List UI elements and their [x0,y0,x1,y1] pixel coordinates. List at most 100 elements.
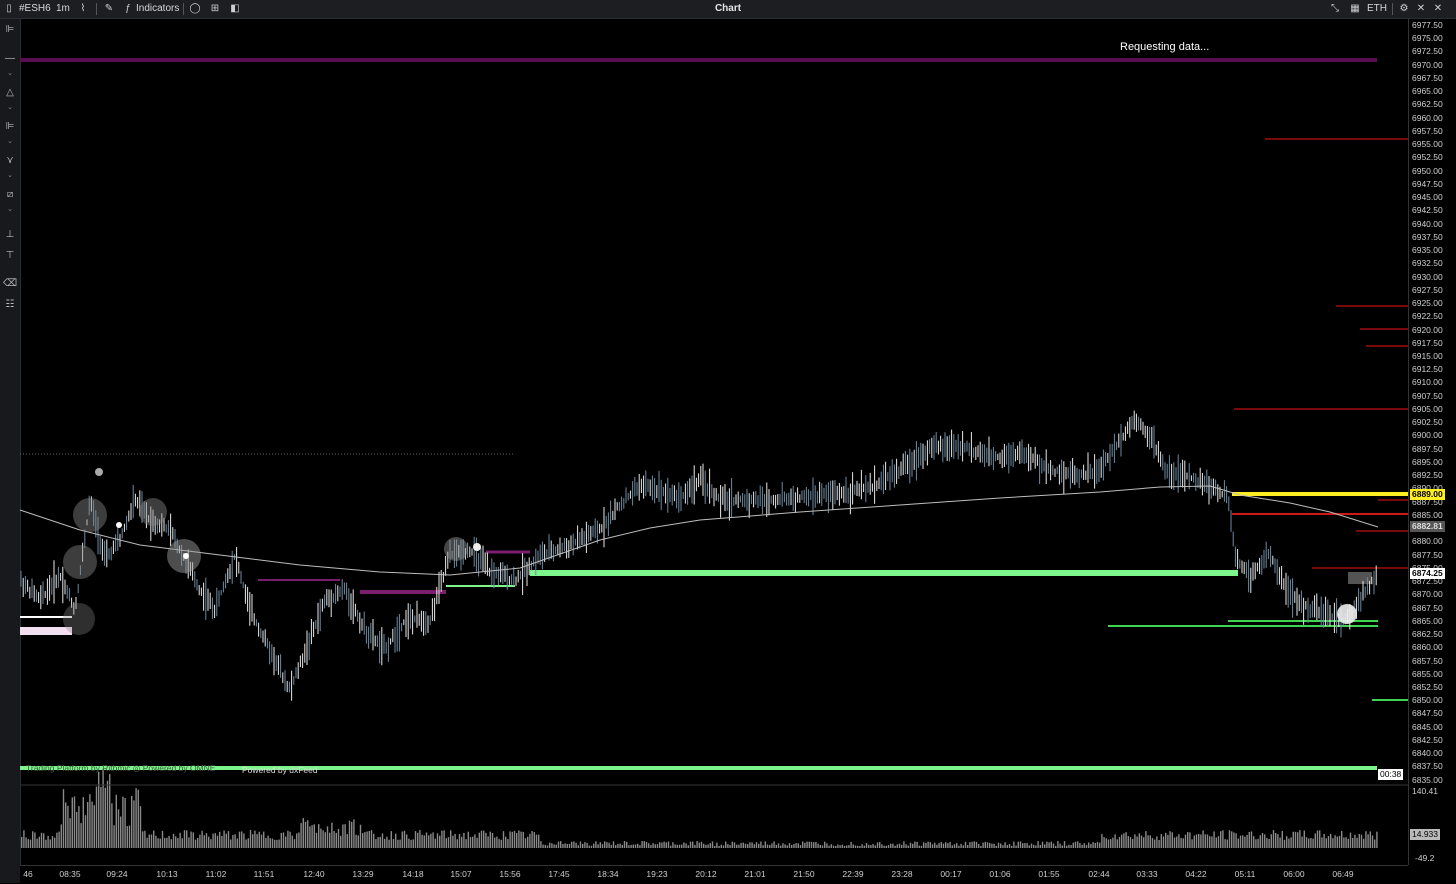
volume-bar [1125,832,1127,848]
volume-bar [1090,843,1092,848]
volume-bar [326,826,329,848]
volume-bar [254,830,256,848]
volume-bar [764,841,766,848]
pin-icon[interactable]: ✕ [1414,2,1428,16]
volume-bar [210,839,212,848]
volume-bar [392,838,395,848]
price-tick: 6972.50 [1412,46,1443,57]
time-axis[interactable]: 46 08:35 09:24 10:13 11:02 11:51 12:40 13:29 14:… [20,865,1408,884]
volume-bar [1332,838,1334,848]
volume-bar [1145,831,1147,848]
volume-bar [1193,835,1195,848]
volume-bar [1184,834,1187,848]
volume-bar [533,832,535,848]
volume-bar [890,843,892,848]
volume-bar [496,836,498,848]
volume-bar [696,841,698,848]
volume-bar [1116,839,1118,848]
volume-bar [802,841,804,848]
volume-bar [995,845,997,848]
volume-bar [177,838,179,848]
volume-bar [313,824,315,848]
volume-bar [397,839,399,848]
time-label: 10:13 [156,869,178,879]
volume-bar [621,844,623,848]
volume-bar [1006,845,1008,848]
price-tick: 6842.50 [1412,734,1443,745]
volume-bar [705,844,707,848]
volume-bar [406,834,408,848]
volume-bar [850,841,852,848]
time-label: 06:00 [1283,869,1305,879]
volume-bar [872,843,874,848]
volume-bar [1338,835,1341,848]
volume-bar [450,830,452,848]
volume-bar [989,842,991,848]
volume-bar [542,844,544,848]
volume-bar [454,833,456,848]
volume-bar [846,845,848,848]
volume-bar [390,831,392,848]
volume-bar [1052,843,1055,848]
volume-bar [868,844,870,848]
volume-bar [830,844,832,848]
volume-bar [1231,831,1233,848]
chart-canvas[interactable] [0,0,1408,865]
volume-bar [1081,844,1083,848]
volume-bar [203,835,205,848]
volume-bar [318,824,320,848]
volume-bar [896,844,898,848]
volume-bar [304,821,307,848]
volume-bar [445,838,447,848]
time-label: 11:51 [253,869,275,879]
volume-bar [1061,845,1063,848]
left-level-band [20,627,72,635]
volume-bar [1011,845,1013,848]
volume-bar [962,845,964,848]
price-tick: 6885.00 [1412,509,1443,520]
volume-bar [799,845,802,848]
volume-bar [159,838,161,848]
volume-bar [117,809,120,848]
volume-bar [252,834,254,848]
green-level-band [530,570,1238,576]
price-tick: 6915.00 [1412,351,1443,361]
price-tick: 6900.00 [1412,430,1443,441]
volume-bar [610,845,612,848]
volume-bar [1266,837,1268,848]
volume-bar [1088,842,1090,848]
volume-bar [1068,844,1070,848]
volume-bar [769,845,771,848]
volume-bar [197,837,199,848]
volume-bar [597,844,599,848]
volume-bar [540,841,542,848]
price-axis[interactable]: 6977.50 6975.00 6972.50 6970.00 6967.50 6965.… [1408,19,1456,865]
volume-bar [401,831,403,848]
volume-bar [546,845,549,848]
volume-bar [45,839,47,848]
volume-bar [804,842,806,848]
volume-bar [749,842,751,848]
volume-bar [344,824,346,848]
volume-bar [1215,837,1217,848]
volume-bar [1202,830,1204,848]
volume-bar [485,832,487,848]
price-tick: 6962.50 [1412,99,1443,110]
volume-bar [1224,839,1226,848]
volume-bar [161,830,164,848]
volume-bar [975,841,978,848]
volume-bar [219,831,221,848]
volume-bar [331,822,333,848]
close-icon[interactable]: ✕ [1431,2,1445,16]
volume-bar [588,845,590,848]
volume-bar [67,805,69,848]
volume-bar [1239,835,1242,848]
powered-by-label: Powered by dxFeed [242,765,318,775]
volume-bar [502,831,505,848]
volume-bar [269,838,271,848]
volume-bar [925,843,927,848]
volume-bar [1070,845,1072,848]
volume-bar [247,838,249,848]
volume-bar [419,830,421,848]
volume-bar [894,845,896,848]
